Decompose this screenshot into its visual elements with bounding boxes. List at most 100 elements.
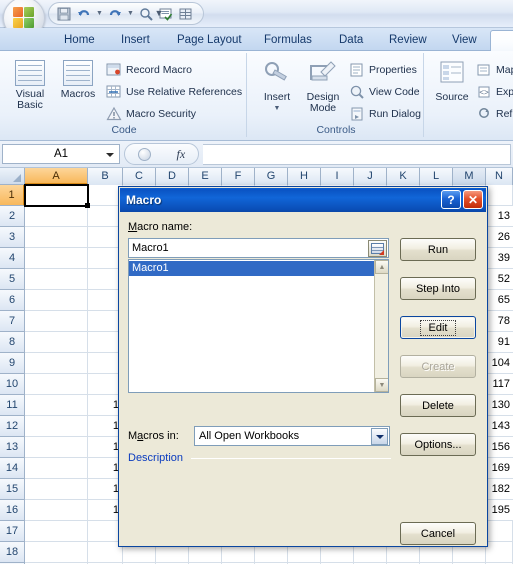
cell-n2[interactable]: 13: [486, 206, 513, 227]
column-header-e[interactable]: E: [189, 168, 222, 185]
row-header-4[interactable]: 4: [0, 248, 25, 269]
column-header-f[interactable]: F: [222, 168, 255, 185]
tab-developer[interactable]: [490, 30, 513, 51]
row-header-10[interactable]: 10: [0, 374, 25, 395]
refresh-data-item[interactable]: Refr: [476, 103, 513, 124]
row-header-17[interactable]: 17: [0, 521, 25, 542]
row-header-3[interactable]: 3: [0, 227, 25, 248]
macro-list-scrollbar[interactable]: ▲ ▼: [374, 260, 388, 392]
range-select-icon[interactable]: [368, 240, 387, 257]
run-button[interactable]: Run: [400, 238, 476, 261]
formula-input[interactable]: [203, 143, 511, 165]
design-mode-button[interactable]: Design Mode: [299, 56, 347, 120]
table-cell[interactable]: [25, 332, 88, 353]
xml-source-button[interactable]: Source: [428, 56, 476, 120]
table-cell[interactable]: [25, 521, 88, 542]
sort-icon[interactable]: [177, 5, 195, 23]
undo-dropdown-icon[interactable]: ▼: [95, 5, 104, 23]
column-header-j[interactable]: J: [354, 168, 387, 185]
table-cell[interactable]: [25, 269, 88, 290]
row-header-18[interactable]: 18: [0, 542, 25, 563]
view-code-item[interactable]: View Code: [349, 81, 420, 102]
row-header-15[interactable]: 15: [0, 479, 25, 500]
insert-control-button[interactable]: Insert ▼: [253, 56, 301, 120]
run-dialog-item[interactable]: Run Dialog: [349, 103, 421, 124]
cell-n6[interactable]: 65: [486, 290, 513, 311]
customize-qat-icon[interactable]: ▼: [152, 4, 166, 22]
scroll-up-icon[interactable]: ▲: [375, 260, 388, 274]
table-cell[interactable]: [486, 542, 513, 563]
cell-n8[interactable]: 91: [486, 332, 513, 353]
scroll-down-icon[interactable]: ▼: [375, 378, 388, 392]
redo-dropdown-icon[interactable]: ▼: [126, 5, 135, 23]
row-header-8[interactable]: 8: [0, 332, 25, 353]
table-cell[interactable]: [25, 479, 88, 500]
table-cell[interactable]: [25, 311, 88, 332]
active-cell-a1[interactable]: [24, 184, 90, 208]
column-header-g[interactable]: G: [255, 168, 288, 185]
table-cell[interactable]: [25, 458, 88, 479]
row-header-16[interactable]: 16: [0, 500, 25, 521]
tab-formulas[interactable]: Formulas: [255, 30, 321, 51]
table-cell[interactable]: [25, 374, 88, 395]
close-button[interactable]: ✕: [463, 190, 483, 209]
name-box[interactable]: A1: [2, 144, 120, 164]
table-cell[interactable]: [25, 248, 88, 269]
row-header-12[interactable]: 12: [0, 416, 25, 437]
table-cell[interactable]: [25, 542, 88, 563]
row-header-7[interactable]: 7: [0, 311, 25, 332]
map-properties-item[interactable]: Map: [476, 59, 513, 80]
cell-n5[interactable]: 52: [486, 269, 513, 290]
column-header-m[interactable]: M: [453, 168, 486, 185]
visual-basic-button[interactable]: Visual Basic: [6, 56, 54, 120]
column-header-a[interactable]: A: [25, 168, 88, 185]
macro-dialog-title-bar[interactable]: Macro ? ✕: [120, 188, 486, 212]
row-header-5[interactable]: 5: [0, 269, 25, 290]
row-header-2[interactable]: 2: [0, 206, 25, 227]
tab-home[interactable]: Home: [55, 30, 104, 51]
expansion-packs-item[interactable]: <> Expa: [476, 81, 513, 102]
cancel-button[interactable]: Cancel: [400, 522, 476, 545]
use-relative-references-item[interactable]: Use Relative References: [106, 81, 242, 102]
macro-list-box[interactable]: Macro1 ▲ ▼: [128, 259, 389, 393]
tab-data[interactable]: Data: [330, 30, 372, 51]
row-header-9[interactable]: 9: [0, 353, 25, 374]
undo-icon[interactable]: [75, 5, 93, 23]
macros-in-combo[interactable]: All Open Workbooks: [194, 426, 390, 446]
table-cell[interactable]: [25, 500, 88, 521]
column-header-k[interactable]: K: [387, 168, 420, 185]
cell-n4[interactable]: 39: [486, 248, 513, 269]
row-header-6[interactable]: 6: [0, 290, 25, 311]
chevron-down-icon[interactable]: [371, 428, 388, 445]
table-cell[interactable]: [486, 521, 513, 542]
column-header-d[interactable]: D: [156, 168, 189, 185]
cancel-formula-icon[interactable]: [137, 147, 151, 161]
macro-security-item[interactable]: Macro Security: [106, 103, 196, 124]
table-cell[interactable]: [25, 353, 88, 374]
row-header-1[interactable]: 1: [0, 185, 25, 206]
options-button[interactable]: Options...: [400, 433, 476, 456]
name-box-dropdown-icon[interactable]: [106, 153, 114, 157]
properties-item[interactable]: Properties: [349, 59, 417, 80]
column-header-b[interactable]: B: [88, 168, 123, 185]
delete-button[interactable]: Delete: [400, 394, 476, 417]
table-cell[interactable]: [25, 395, 88, 416]
step-into-button[interactable]: Step Into: [400, 277, 476, 300]
column-header-l[interactable]: L: [420, 168, 453, 185]
macro-name-input[interactable]: Macro1: [128, 238, 389, 258]
row-header-11[interactable]: 11: [0, 395, 25, 416]
tab-page-layout[interactable]: Page Layout: [168, 30, 251, 51]
tab-insert[interactable]: Insert: [112, 30, 159, 51]
table-cell[interactable]: [25, 227, 88, 248]
macros-button[interactable]: Macros: [54, 56, 102, 120]
column-header-i[interactable]: I: [321, 168, 354, 185]
column-header-n[interactable]: N: [486, 168, 513, 185]
help-button[interactable]: ?: [441, 190, 461, 209]
row-header-14[interactable]: 14: [0, 458, 25, 479]
select-all-button[interactable]: [0, 168, 25, 185]
tab-review[interactable]: Review: [380, 30, 436, 51]
edit-button[interactable]: Edit: [400, 316, 476, 339]
row-header-13[interactable]: 13: [0, 437, 25, 458]
table-cell[interactable]: [25, 206, 88, 227]
column-header-c[interactable]: C: [123, 168, 156, 185]
